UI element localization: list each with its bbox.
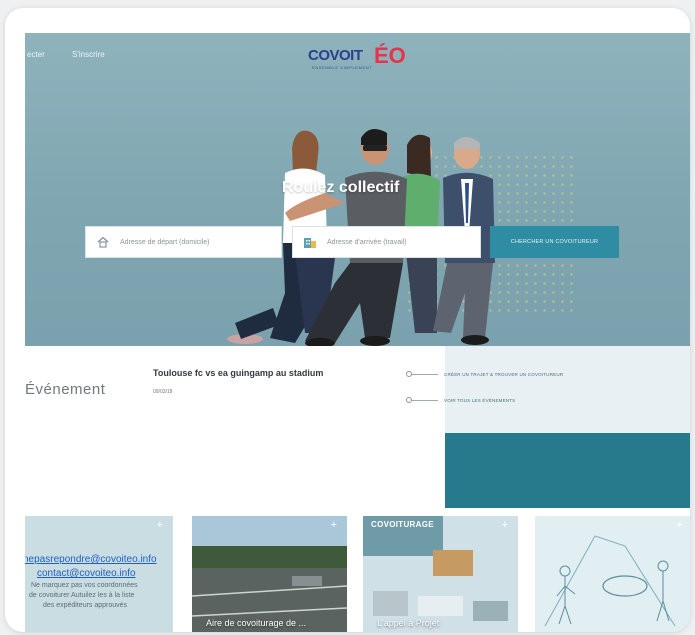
project-illustration xyxy=(363,516,518,632)
search-carpooler-button[interactable]: CHERCHER UN COVOITUREUR xyxy=(490,226,619,258)
sketch-illustration xyxy=(535,516,690,632)
plus-icon[interactable]: + xyxy=(502,519,508,531)
card-caption: Aire de covoiturage de ... xyxy=(206,618,307,628)
signup-link[interactable]: S'inscrire xyxy=(72,50,105,59)
card-text-line: des expéditeurs approuvés xyxy=(43,602,128,609)
teal-decorative-block xyxy=(445,433,690,508)
website-screen: ecter S'inscrire COVOIT ÉO ENSEMBLE SIMP… xyxy=(25,33,690,632)
hero-people-illustration xyxy=(227,129,495,346)
screenshot-frame: ecter S'inscrire COVOIT ÉO ENSEMBLE SIMP… xyxy=(5,8,690,632)
logo-tagline: ENSEMBLE SIMPLEMENT xyxy=(312,65,373,70)
card-text-line: de covoiturer Autuilez les à la liste xyxy=(29,592,135,599)
all-events-label: VOIR TOUS LES ÉVÈNEMENTS xyxy=(444,397,516,403)
plus-icon[interactable]: + xyxy=(331,519,337,531)
plus-icon[interactable]: + xyxy=(157,519,163,531)
events-section-title: Événement xyxy=(25,381,106,398)
departure-address-input[interactable]: Adresse de départ (domicile) xyxy=(85,226,282,258)
event-date: 09/03/18 xyxy=(153,389,173,395)
email-link[interactable]: nepasrepondre@covoiteo.info xyxy=(25,554,157,565)
building-icon xyxy=(304,238,316,248)
all-events-link[interactable]: VOIR TOUS LES ÉVÈNEMENTS xyxy=(406,397,515,403)
bullet-line xyxy=(412,373,438,375)
card-heading: COVOITURAGE xyxy=(371,520,434,529)
links-panel xyxy=(445,346,690,433)
bullet-line xyxy=(412,399,438,401)
create-trip-link[interactable]: CRÉER UN TRAJET & TROUVER UN COVOITUREUR xyxy=(406,371,563,377)
news-card-parking[interactable]: + Aire de covoiturage de ... xyxy=(192,516,347,632)
parking-photo xyxy=(192,516,347,632)
card-text-line: Ne marquez pas vos coordonnées xyxy=(31,582,138,589)
create-trip-label: CRÉER UN TRAJET & TROUVER UN COVOITUREUR xyxy=(444,371,564,377)
plus-icon[interactable]: + xyxy=(677,519,683,531)
event-name[interactable]: Toulouse fc vs ea guingamp au stadium xyxy=(153,368,323,378)
login-link[interactable]: ecter xyxy=(27,50,45,59)
site-logo[interactable]: COVOIT ÉO ENSEMBLE SIMPLEMENT xyxy=(308,43,408,75)
departure-placeholder: Adresse de départ (domicile) xyxy=(120,238,210,246)
arrival-placeholder: Adresse d'arrivée (travail) xyxy=(327,238,407,246)
logo-main-text: COVOIT xyxy=(308,47,363,64)
logo-accent-text: ÉO xyxy=(374,43,406,68)
hero-title: Roulez collectif xyxy=(282,179,400,196)
hero-banner: ecter S'inscrire COVOIT ÉO ENSEMBLE SIMP… xyxy=(25,33,690,346)
arrival-address-input[interactable]: Adresse d'arrivée (travail) xyxy=(292,226,481,258)
news-card-project-call[interactable]: + COVOITURAGE L'appel à Projet xyxy=(363,516,518,632)
news-card-sketch[interactable]: + xyxy=(535,516,690,632)
news-card-email[interactable]: + nepasrepondre@covoiteo.info contact@co… xyxy=(25,516,173,632)
card-caption: L'appel à Projet xyxy=(377,618,440,628)
home-icon xyxy=(97,236,109,248)
email-link[interactable]: contact@covoiteo.info xyxy=(37,568,136,579)
